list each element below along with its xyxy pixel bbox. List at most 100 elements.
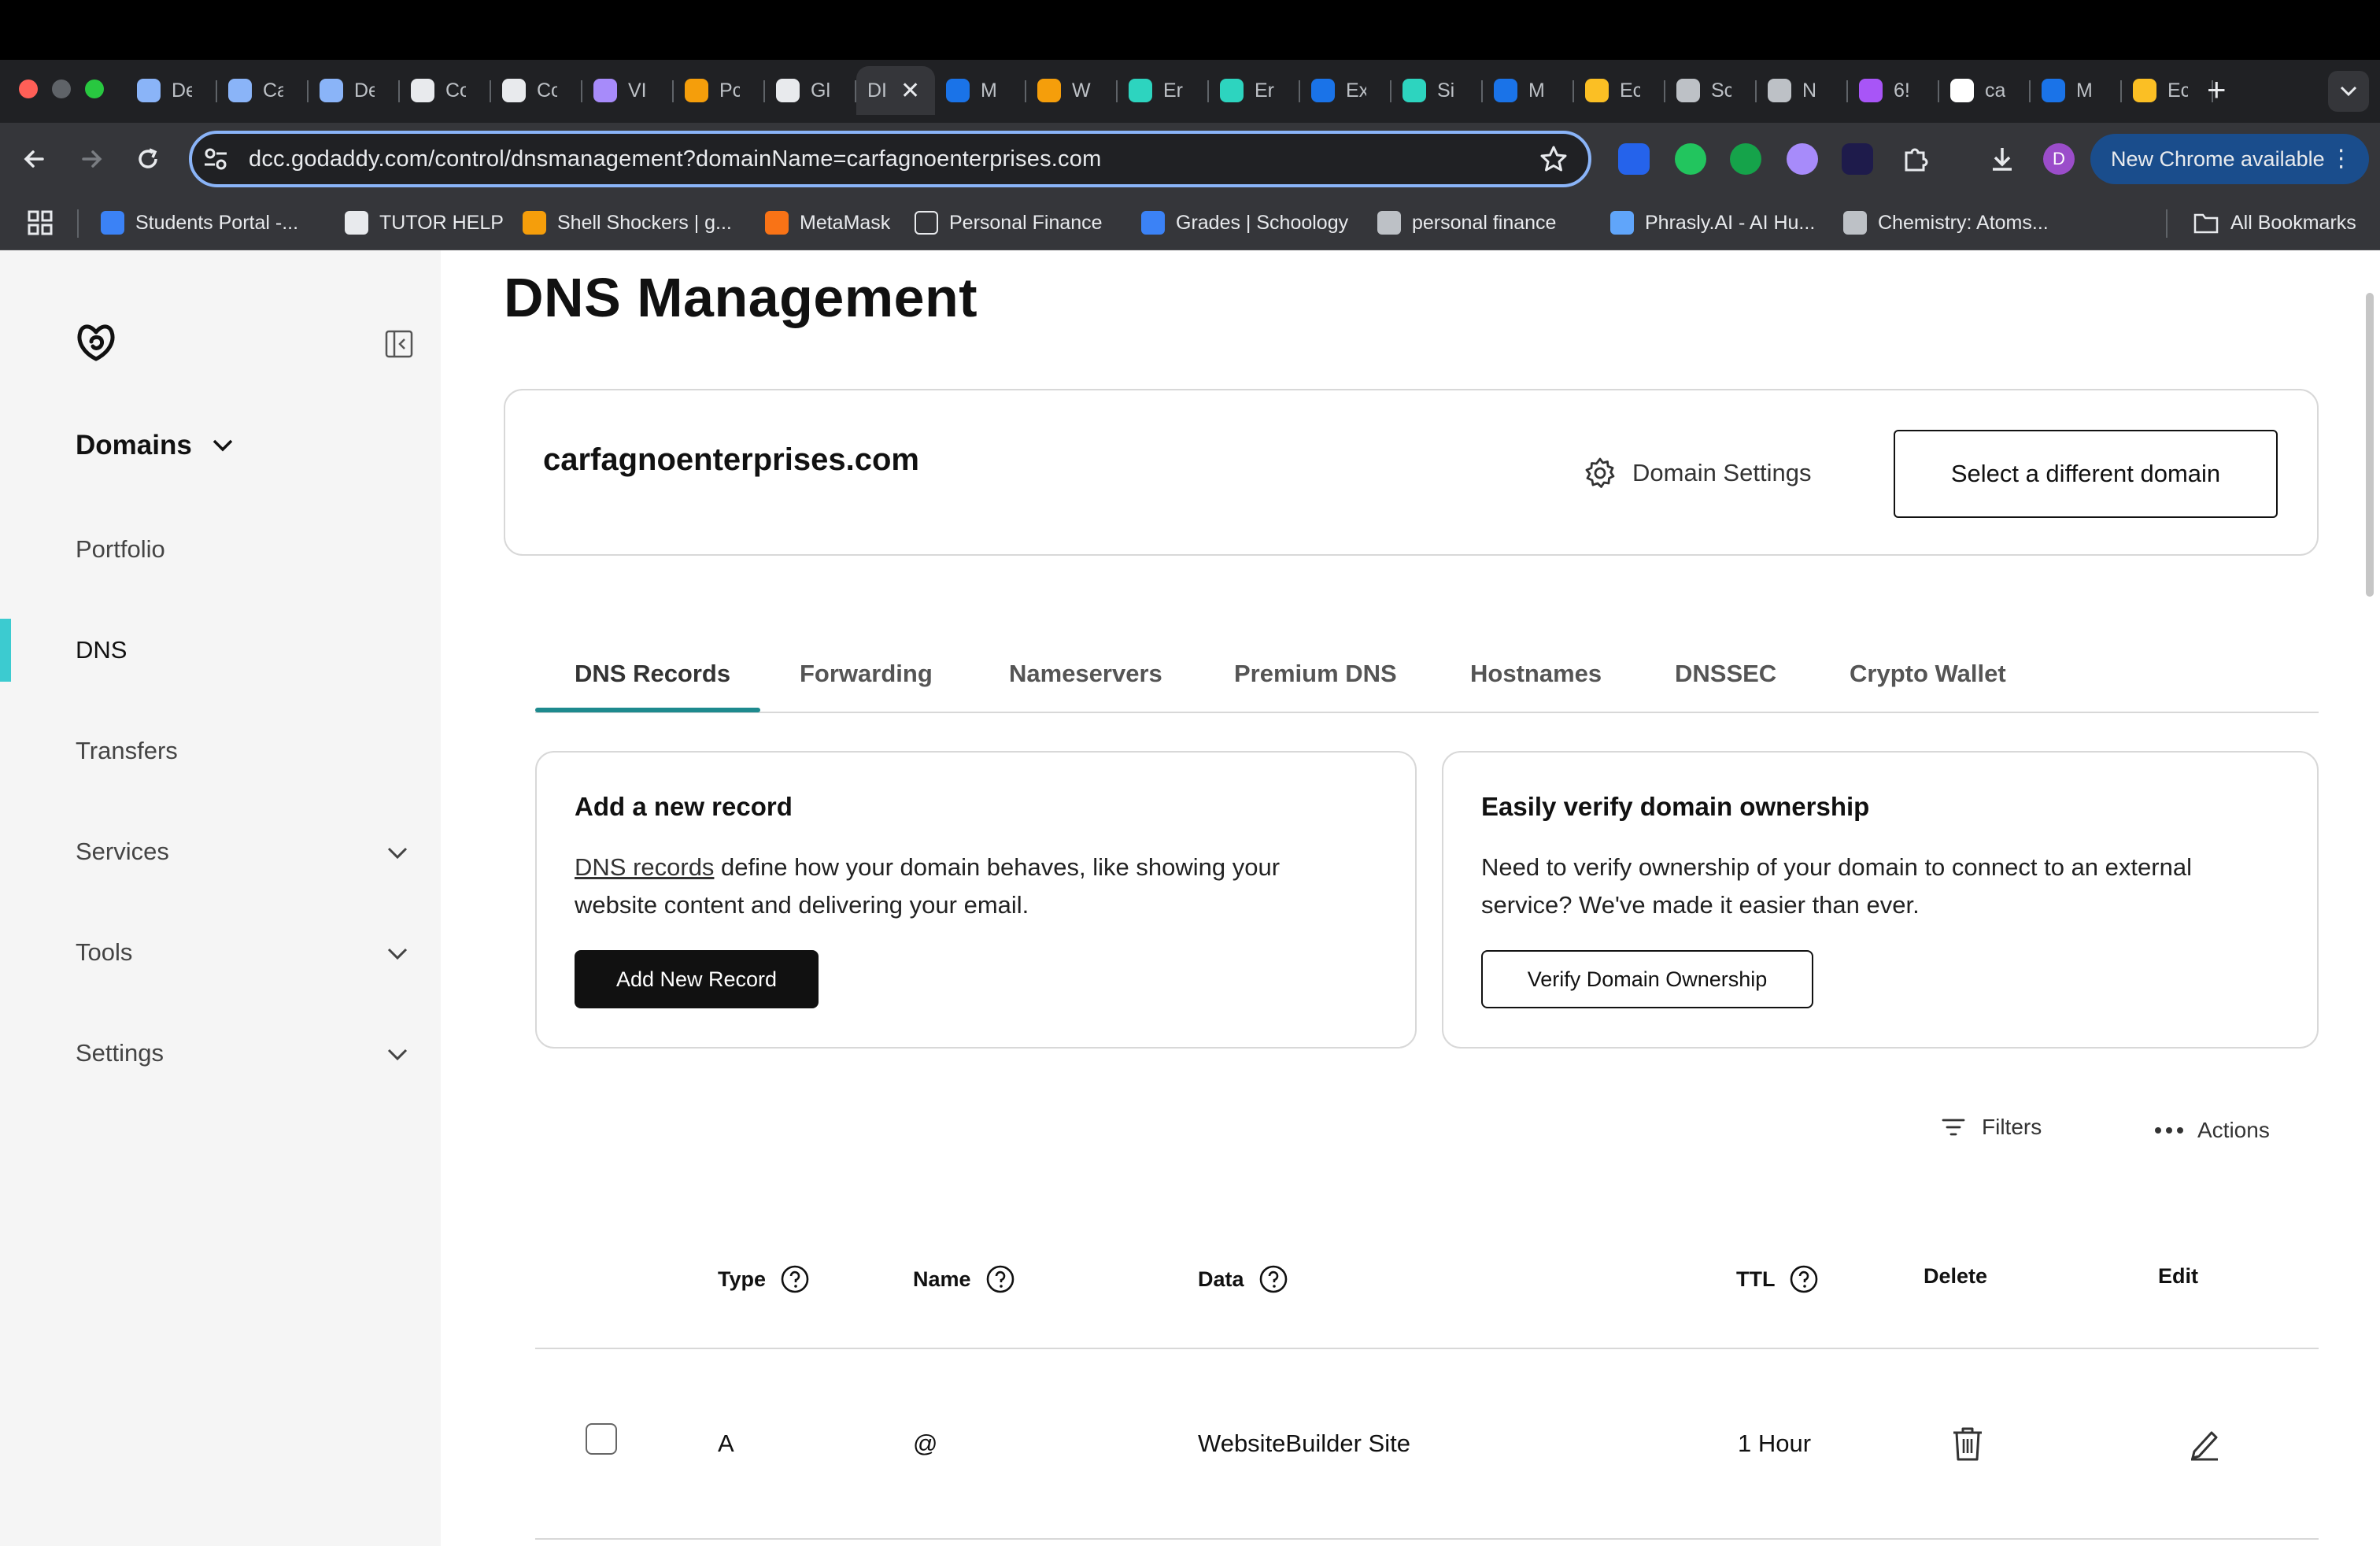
tab-favicon-icon: [1129, 79, 1152, 102]
domain-name: carfagnoenterprises.com: [543, 442, 919, 477]
bookmark-item[interactable]: MetaMask: [765, 208, 890, 238]
browser-tab[interactable]: M: [2031, 66, 2122, 115]
dns-records-link[interactable]: DNS records: [575, 853, 714, 881]
url-text[interactable]: dcc.godaddy.com/control/dnsmanagement?do…: [249, 146, 1101, 172]
browser-tab[interactable]: N: [1757, 66, 1848, 115]
extensions-puzzle-button[interactable]: [1900, 143, 1931, 175]
verify-domain-ownership-button[interactable]: Verify Domain Ownership: [1481, 950, 1813, 1008]
close-tab-icon[interactable]: ✕: [900, 77, 920, 105]
tab-favicon-icon: [1859, 79, 1883, 102]
reload-button[interactable]: [132, 143, 164, 175]
browser-tab[interactable]: Er: [1118, 66, 1209, 115]
tab-crypto-wallet[interactable]: Crypto Wallet: [1850, 660, 2006, 688]
new-tab-button[interactable]: +: [2207, 69, 2227, 110]
edit-record-button[interactable]: [2188, 1426, 2221, 1461]
tab-forwarding[interactable]: Forwarding: [800, 660, 933, 688]
bookmark-item[interactable]: Personal Finance: [915, 208, 1103, 238]
tab-title: N: [1802, 79, 1817, 102]
close-window-button[interactable]: [19, 80, 38, 98]
filters-button[interactable]: Filters: [1941, 1115, 2042, 1140]
browser-tab[interactable]: ca: [1939, 66, 2031, 115]
browser-tab[interactable]: De: [309, 66, 400, 115]
tab-premium-dns[interactable]: Premium DNS: [1234, 660, 1397, 688]
bookmark-item[interactable]: Shell Shockers | g...: [523, 208, 732, 238]
more-vertical-icon: ⋮: [2329, 146, 2353, 172]
bookmark-item[interactable]: Chemistry: Atoms...: [1843, 208, 2049, 238]
all-bookmarks-button[interactable]: All Bookmarks: [2193, 208, 2356, 238]
help-icon[interactable]: [985, 1264, 1015, 1294]
browser-tab[interactable]: M: [1483, 66, 1574, 115]
add-new-record-button[interactable]: Add New Record: [575, 950, 819, 1008]
apps-grid-icon: [28, 210, 53, 235]
browser-tab[interactable]: De: [126, 66, 217, 115]
bookmark-item[interactable]: Students Portal -...: [101, 208, 298, 238]
godaddy-logo[interactable]: [72, 318, 120, 365]
downloads-button[interactable]: [1986, 143, 2018, 175]
sidebar-item-portfolio[interactable]: Portfolio: [76, 535, 165, 564]
actions-button[interactable]: Actions: [2153, 1118, 2270, 1143]
bookmark-favicon-icon: [523, 211, 546, 235]
bookmark-star-button[interactable]: [1538, 143, 1569, 175]
sidebar-domains-header[interactable]: Domains: [76, 430, 235, 461]
help-icon[interactable]: [1258, 1264, 1288, 1294]
tab-title: Co: [537, 79, 557, 102]
bookmark-item[interactable]: personal finance: [1377, 208, 1556, 238]
browser-tab[interactable]: Er: [1209, 66, 1300, 115]
browser-tab[interactable]: Co: [400, 66, 491, 115]
sidebar-item-dns[interactable]: DNS: [76, 636, 127, 664]
delete-record-button[interactable]: [1950, 1425, 1985, 1463]
tab-hostnames[interactable]: Hostnames: [1470, 660, 1602, 688]
sidebar-collapse-icon: [385, 330, 413, 358]
browser-tab[interactable]: Sc: [1665, 66, 1757, 115]
browser-tab[interactable]: 6!: [1848, 66, 1939, 115]
help-icon[interactable]: [1789, 1264, 1819, 1294]
extension-k-icon[interactable]: [1618, 143, 1650, 175]
browser-tab[interactable]: Si: [1391, 66, 1483, 115]
browser-tab[interactable]: M: [935, 66, 1026, 115]
extension-green-icon[interactable]: [1675, 143, 1706, 175]
extension-grammarly-icon[interactable]: [1730, 143, 1761, 175]
page-scrollbar[interactable]: [2366, 293, 2374, 597]
sidebar-item-transfers[interactable]: Transfers: [76, 737, 178, 765]
apps-grid-button[interactable]: [27, 209, 54, 236]
profile-avatar[interactable]: D: [2043, 143, 2075, 175]
chrome-update-button[interactable]: New Chrome available ⋮: [2090, 134, 2369, 184]
sidebar-item-tools[interactable]: Tools: [76, 938, 132, 967]
sidebar-item-settings[interactable]: Settings: [76, 1039, 164, 1067]
services-chevron-icon[interactable]: [386, 845, 409, 861]
tab-dnssec[interactable]: DNSSEC: [1675, 660, 1776, 688]
site-info-button[interactable]: [201, 145, 230, 173]
browser-tab[interactable]: Co: [491, 66, 582, 115]
select-different-domain-button[interactable]: Select a different domain: [1894, 430, 2278, 518]
bookmark-item[interactable]: Phrasly.AI - AI Hu...: [1610, 208, 1815, 238]
tab-title: De: [172, 79, 192, 102]
browser-tab[interactable]: Ec: [2122, 66, 2213, 115]
forward-button[interactable]: [76, 143, 107, 175]
collapse-sidebar-button[interactable]: [384, 329, 414, 359]
browser-tab[interactable]: VI: [582, 66, 674, 115]
back-button[interactable]: [19, 143, 50, 175]
browser-tab[interactable]: DI ✕: [856, 66, 935, 115]
tab-search-button[interactable]: [2328, 71, 2369, 112]
browser-tab[interactable]: Pc: [674, 66, 765, 115]
browser-tab[interactable]: Gl: [765, 66, 856, 115]
bookmark-item[interactable]: TUTOR HELP: [345, 208, 504, 238]
extension-eye-icon[interactable]: [1842, 143, 1873, 175]
settings-chevron-icon[interactable]: [386, 1047, 409, 1063]
extension-ghost-icon[interactable]: [1787, 143, 1818, 175]
browser-tab[interactable]: Ca: [217, 66, 309, 115]
domain-settings-link[interactable]: Domain Settings: [1584, 457, 1811, 490]
tab-nameservers[interactable]: Nameservers: [1009, 660, 1162, 688]
sidebar-item-services[interactable]: Services: [76, 838, 169, 866]
tools-chevron-icon[interactable]: [386, 946, 409, 962]
row-select-checkbox[interactable]: [586, 1423, 617, 1455]
browser-tab[interactable]: Ec: [1574, 66, 1665, 115]
bookmark-item[interactable]: Grades | Schoology: [1141, 208, 1348, 238]
address-bar[interactable]: dcc.godaddy.com/control/dnsmanagement?do…: [189, 131, 1591, 187]
browser-tab[interactable]: Ex: [1300, 66, 1391, 115]
browser-tab[interactable]: W: [1026, 66, 1118, 115]
minimize-window-button[interactable]: [52, 80, 71, 98]
zoom-window-button[interactable]: [85, 80, 104, 98]
tab-dns-records[interactable]: DNS Records: [575, 660, 730, 688]
help-icon[interactable]: [780, 1264, 810, 1294]
